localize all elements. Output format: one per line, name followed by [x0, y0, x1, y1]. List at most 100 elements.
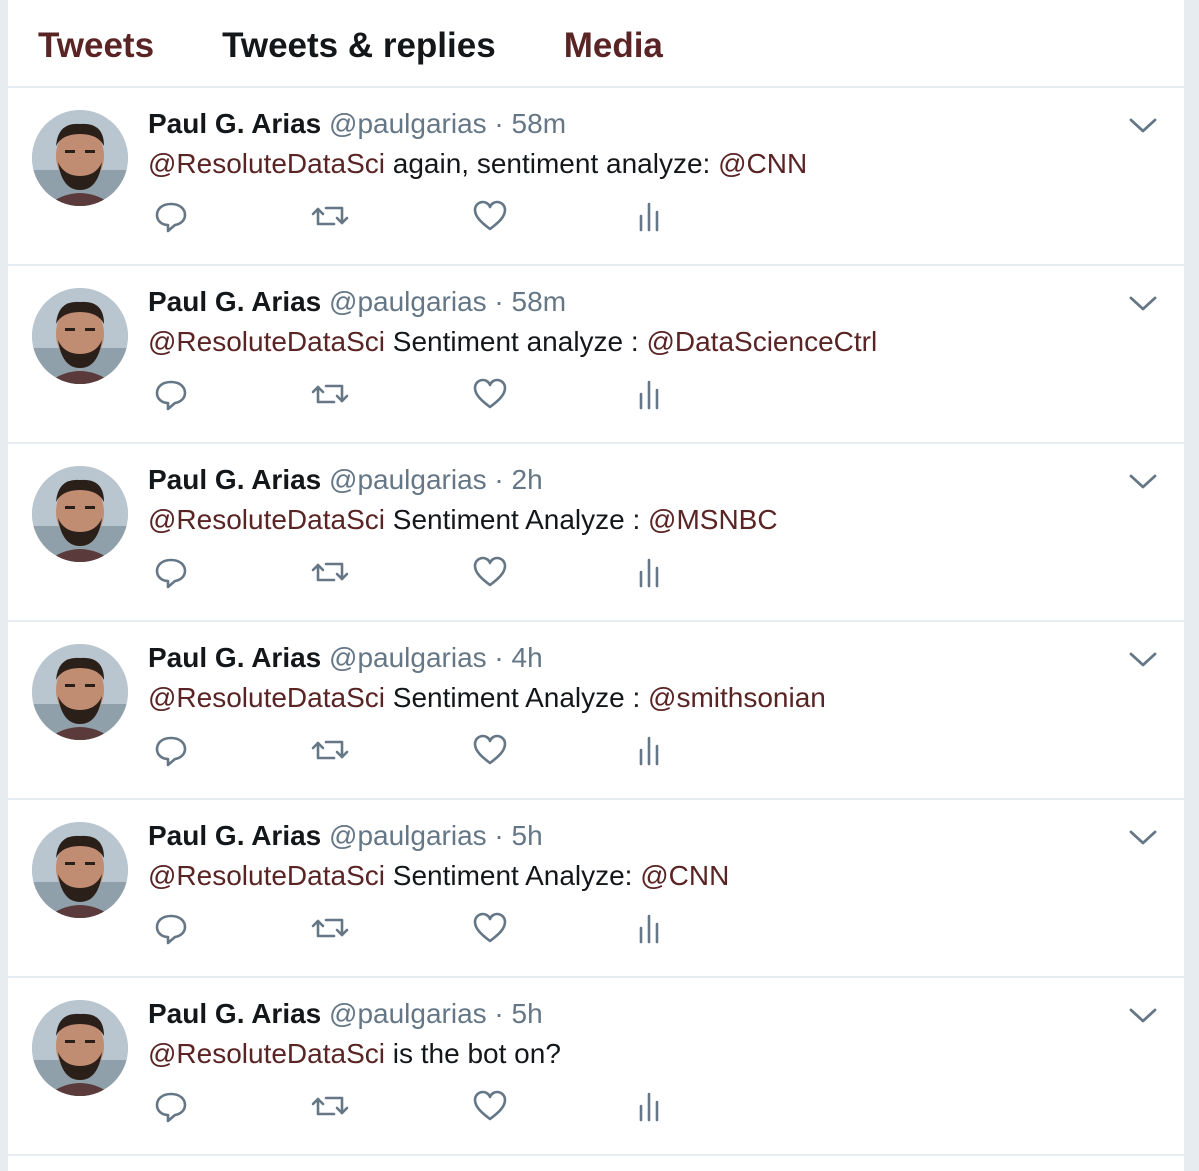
reply-icon[interactable] [151, 1086, 191, 1126]
tweet[interactable]: Paul G. Arias @paulgarias · 4h @ResoluteD… [8, 622, 1184, 800]
separator: · [486, 998, 512, 1029]
tweet-header: Paul G. Arias @paulgarias · 58m [148, 108, 566, 140]
timestamp[interactable]: 58m [512, 108, 566, 139]
tweet-body: again, sentiment analyze: [392, 148, 711, 179]
target-mention-link[interactable]: @CNN [718, 148, 807, 179]
tweet-header: Paul G. Arias @paulgarias · 2h [148, 464, 543, 496]
author-name[interactable]: Paul G. Arias [148, 820, 321, 851]
tweet-body: Sentiment Analyze: [392, 860, 633, 891]
tweet-text: @ResoluteDataSci Sentiment Analyze : @MS… [148, 504, 778, 536]
timestamp[interactable]: 4h [512, 642, 543, 673]
mention-link[interactable]: @ResoluteDataSci [148, 148, 385, 179]
tweet-body: is the bot on? [392, 1038, 561, 1069]
like-icon[interactable] [470, 1086, 510, 1126]
like-icon[interactable] [470, 552, 510, 592]
avatar[interactable] [32, 288, 128, 384]
tweet-body: Sentiment analyze : [392, 326, 639, 357]
separator: · [486, 820, 512, 851]
tweet-text: @ResoluteDataSci Sentiment analyze : @Da… [148, 326, 877, 358]
analytics-icon[interactable] [630, 374, 670, 414]
retweet-icon[interactable] [310, 196, 350, 236]
tab-tweets[interactable]: Tweets [38, 26, 154, 66]
tweet[interactable]: Paul G. Arias @paulgarias · 58m @Resolute… [8, 266, 1184, 444]
chevron-down-icon[interactable] [1128, 470, 1158, 494]
author-handle[interactable]: @paulgarias [329, 820, 487, 851]
tweet-header: Paul G. Arias @paulgarias · 5h [148, 998, 543, 1030]
timeline-tabs: Tweets Tweets & replies Media [8, 0, 1184, 88]
separator: · [486, 464, 512, 495]
target-mention-link[interactable]: @DataScienceCtrl [646, 326, 877, 357]
chevron-down-icon[interactable] [1128, 648, 1158, 672]
author-name[interactable]: Paul G. Arias [148, 464, 321, 495]
author-handle[interactable]: @paulgarias [329, 642, 487, 673]
tweet-header: Paul G. Arias @paulgarias · 4h [148, 642, 543, 674]
author-name[interactable]: Paul G. Arias [148, 998, 321, 1029]
retweet-icon[interactable] [310, 552, 350, 592]
author-handle[interactable]: @paulgarias [329, 998, 487, 1029]
reply-icon[interactable] [151, 908, 191, 948]
reply-icon[interactable] [151, 730, 191, 770]
retweet-icon[interactable] [310, 730, 350, 770]
mention-link[interactable]: @ResoluteDataSci [148, 682, 385, 713]
profile-timeline: Tweets Tweets & replies Media Paul G. Ar… [8, 0, 1184, 1171]
reply-icon[interactable] [151, 196, 191, 236]
analytics-icon[interactable] [630, 196, 670, 236]
target-mention-link[interactable]: @MSNBC [648, 504, 778, 535]
tweet-text: @ResoluteDataSci is the bot on? [148, 1038, 561, 1070]
target-mention-link[interactable]: @smithsonian [648, 682, 826, 713]
chevron-down-icon[interactable] [1128, 114, 1158, 138]
author-handle[interactable]: @paulgarias [329, 108, 487, 139]
like-icon[interactable] [470, 908, 510, 948]
avatar[interactable] [32, 644, 128, 740]
retweet-icon[interactable] [310, 374, 350, 414]
tweet-text: @ResoluteDataSci Sentiment Analyze : @sm… [148, 682, 826, 714]
target-mention-link[interactable]: @CNN [640, 860, 729, 891]
separator: · [486, 642, 512, 673]
separator: · [486, 108, 512, 139]
tweet-text: @ResoluteDataSci again, sentiment analyz… [148, 148, 807, 180]
timestamp[interactable]: 5h [512, 820, 543, 851]
tab-tweets-and-replies[interactable]: Tweets & replies [222, 26, 496, 66]
author-name[interactable]: Paul G. Arias [148, 642, 321, 673]
avatar[interactable] [32, 110, 128, 206]
tweet[interactable]: Paul G. Arias @paulgarias · 2h @ResoluteD… [8, 444, 1184, 622]
chevron-down-icon[interactable] [1128, 1004, 1158, 1028]
reply-icon[interactable] [151, 374, 191, 414]
tweet-body: Sentiment Analyze : [392, 682, 641, 713]
tweet-list: Paul G. Arias @paulgarias · 58m @Resolute… [8, 88, 1184, 1156]
avatar[interactable] [32, 1000, 128, 1096]
avatar[interactable] [32, 822, 128, 918]
mention-link[interactable]: @ResoluteDataSci [148, 1038, 385, 1069]
reply-icon[interactable] [151, 552, 191, 592]
mention-link[interactable]: @ResoluteDataSci [148, 504, 385, 535]
tweet[interactable]: Paul G. Arias @paulgarias · 5h @ResoluteD… [8, 978, 1184, 1156]
analytics-icon[interactable] [630, 1086, 670, 1126]
chevron-down-icon[interactable] [1128, 292, 1158, 316]
tab-media[interactable]: Media [564, 26, 663, 66]
like-icon[interactable] [470, 730, 510, 770]
tweet[interactable]: Paul G. Arias @paulgarias · 58m @Resolute… [8, 88, 1184, 266]
mention-link[interactable]: @ResoluteDataSci [148, 860, 385, 891]
analytics-icon[interactable] [630, 552, 670, 592]
like-icon[interactable] [470, 374, 510, 414]
analytics-icon[interactable] [630, 730, 670, 770]
analytics-icon[interactable] [630, 908, 670, 948]
chevron-down-icon[interactable] [1128, 826, 1158, 850]
tweet[interactable]: Paul G. Arias @paulgarias · 5h @ResoluteD… [8, 800, 1184, 978]
avatar[interactable] [32, 466, 128, 562]
author-name[interactable]: Paul G. Arias [148, 108, 321, 139]
timestamp[interactable]: 5h [512, 998, 543, 1029]
author-handle[interactable]: @paulgarias [329, 286, 487, 317]
retweet-icon[interactable] [310, 1086, 350, 1126]
mention-link[interactable]: @ResoluteDataSci [148, 326, 385, 357]
like-icon[interactable] [470, 196, 510, 236]
tweet-header: Paul G. Arias @paulgarias · 58m [148, 286, 566, 318]
author-name[interactable]: Paul G. Arias [148, 286, 321, 317]
tweet-body: Sentiment Analyze : [392, 504, 641, 535]
author-handle[interactable]: @paulgarias [329, 464, 487, 495]
timestamp[interactable]: 2h [512, 464, 543, 495]
tweet-text: @ResoluteDataSci Sentiment Analyze: @CNN [148, 860, 729, 892]
timestamp[interactable]: 58m [512, 286, 566, 317]
retweet-icon[interactable] [310, 908, 350, 948]
tweet-header: Paul G. Arias @paulgarias · 5h [148, 820, 543, 852]
